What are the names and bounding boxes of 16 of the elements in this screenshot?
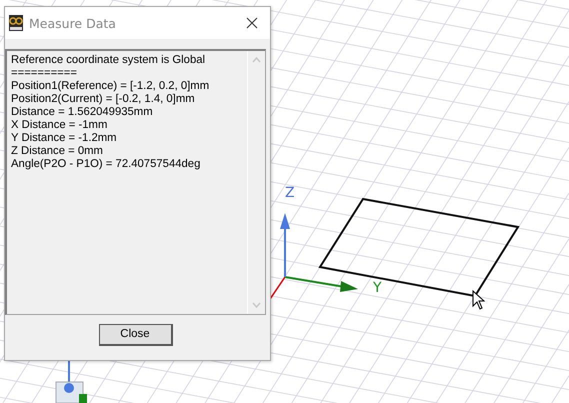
app-logo-icon [9, 15, 23, 31]
z-axis-arrow [280, 213, 290, 277]
close-button[interactable]: Close [98, 324, 172, 346]
report-line: Distance = 1.562049935mm [11, 106, 154, 119]
axis-label: Z [285, 185, 295, 201]
report-line: Y Distance = -1.2mm [11, 132, 118, 145]
report-line: Reference coordinate system is Global [11, 54, 206, 67]
window-title: Measure Data [29, 16, 117, 30]
cursor-icon [472, 290, 486, 310]
report-line: ========== [11, 67, 78, 80]
report-line: X Distance = -1mm [11, 119, 108, 132]
report-line: Angle(P2O - P1O) = 72.40757544deg [11, 158, 202, 171]
axis-label: Y [373, 280, 382, 296]
report-line: Position2(Current) = [-0.2, 1.4, 0]mm [11, 93, 196, 106]
report-line: Z Distance = 0mm [11, 145, 104, 158]
report-line: Position1(Reference) = [-1.2, 0.2, 0]mm [11, 80, 210, 93]
